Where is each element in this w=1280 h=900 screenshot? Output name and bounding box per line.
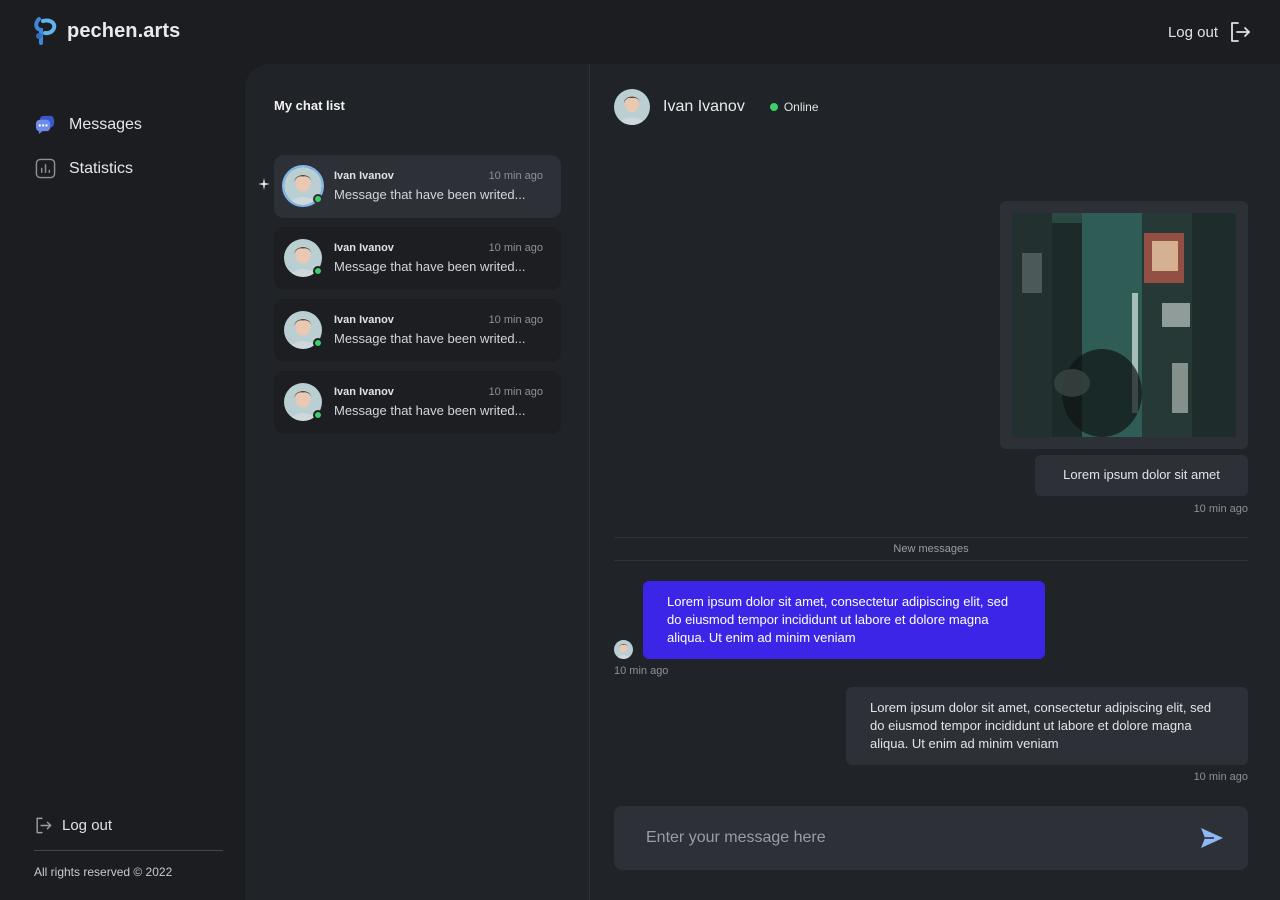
sidebar-item-label: Messages: [69, 115, 142, 133]
status-label: Online: [783, 100, 819, 114]
chat-list-item[interactable]: Ivan Ivanov 10 min ago Message that have…: [274, 299, 561, 362]
new-messages-separator: New messages: [614, 537, 1248, 561]
chat-item-name: Ivan Ivanov: [334, 242, 394, 254]
send-icon[interactable]: [1200, 827, 1224, 849]
message-bubble-incoming: Lorem ipsum dolor sit amet, consectetur …: [643, 581, 1045, 659]
image-message[interactable]: [1000, 201, 1248, 449]
conversation: Ivan Ivanov Online Lorem ipsum dolor sit…: [591, 64, 1280, 900]
chat-item-time: 10 min ago: [488, 386, 543, 398]
online-indicator: [313, 266, 323, 276]
chat-item-name: Ivan Ivanov: [334, 314, 394, 326]
sidebar-item-statistics[interactable]: Statistics: [35, 158, 133, 179]
messages-icon: [35, 114, 56, 135]
chat-item-time: 10 min ago: [488, 170, 543, 182]
message-composer: [614, 806, 1248, 870]
chat-item-preview: Message that have been writed...: [334, 403, 526, 418]
avatar[interactable]: [614, 89, 650, 125]
message-time: 10 min ago: [1193, 771, 1248, 783]
avatar: [282, 165, 324, 207]
header-logout-label: Log out: [1167, 23, 1218, 41]
chat-item-time: 10 min ago: [488, 314, 543, 326]
online-indicator: [313, 194, 323, 204]
sidebar-item-messages[interactable]: Messages: [35, 114, 142, 135]
separator-label: New messages: [893, 543, 969, 555]
brand-name: pechen.arts: [67, 19, 181, 42]
logout-icon: [36, 817, 52, 834]
message-bubble-outgoing: Lorem ipsum dolor sit amet: [1035, 455, 1248, 496]
chat-item-preview: Message that have been writed...: [334, 331, 526, 346]
avatar: [284, 383, 323, 421]
online-indicator: [313, 338, 323, 348]
avatar: [614, 640, 633, 659]
copyright: All rights reserved © 2022: [34, 865, 173, 879]
conversation-header: Ivan Ivanov Online: [614, 89, 819, 125]
message-time: 10 min ago: [614, 665, 669, 677]
sidebar-item-label: Statistics: [69, 159, 134, 177]
chat-list-item[interactable]: Ivan Ivanov 10 min ago Message that have…: [274, 371, 561, 434]
main-panel: My chat list Ivan Ivanov 10 min ago Mess…: [245, 64, 1280, 900]
chat-item-preview: Message that have been writed...: [334, 187, 526, 202]
avatar: [284, 239, 323, 277]
chat-item-name: Ivan Ivanov: [334, 386, 394, 398]
online-indicator: [313, 410, 323, 420]
sidebar-logout-label: Log out: [62, 817, 113, 834]
divider: [34, 850, 223, 851]
chat-item-name: Ivan Ivanov: [334, 170, 394, 182]
message-time: 10 min ago: [1193, 503, 1248, 515]
online-indicator: [769, 103, 778, 111]
sparkle-icon: [258, 178, 270, 190]
status-badge: Online: [769, 100, 819, 114]
chat-list: My chat list Ivan Ivanov 10 min ago Mess…: [245, 64, 590, 900]
contact-name: Ivan Ivanov: [663, 98, 745, 115]
chat-list-title: My chat list: [274, 98, 345, 113]
statistics-icon: [35, 158, 56, 179]
avatar: [284, 311, 323, 349]
chat-list-item[interactable]: Ivan Ivanov 10 min ago Message that have…: [274, 155, 561, 218]
sidebar-logout-button[interactable]: Log out: [34, 816, 112, 835]
logo-icon: [34, 17, 57, 45]
brand-logo[interactable]: pechen.arts: [33, 16, 180, 46]
top-bar: pechen.arts Log out: [0, 0, 1280, 64]
logout-icon: [1231, 22, 1250, 42]
message-bubble-outgoing: Lorem ipsum dolor sit amet, consectetur …: [846, 687, 1248, 765]
chat-list-item[interactable]: Ivan Ivanov 10 min ago Message that have…: [274, 227, 561, 290]
chat-item-time: 10 min ago: [488, 242, 543, 254]
message-image[interactable]: [1012, 213, 1236, 437]
message-input[interactable]: [646, 806, 1186, 870]
sidebar: Messages Statistics Log out All rights r…: [0, 64, 245, 900]
header-logout-button[interactable]: Log out: [1168, 20, 1252, 44]
chat-item-preview: Message that have been writed...: [334, 259, 526, 274]
